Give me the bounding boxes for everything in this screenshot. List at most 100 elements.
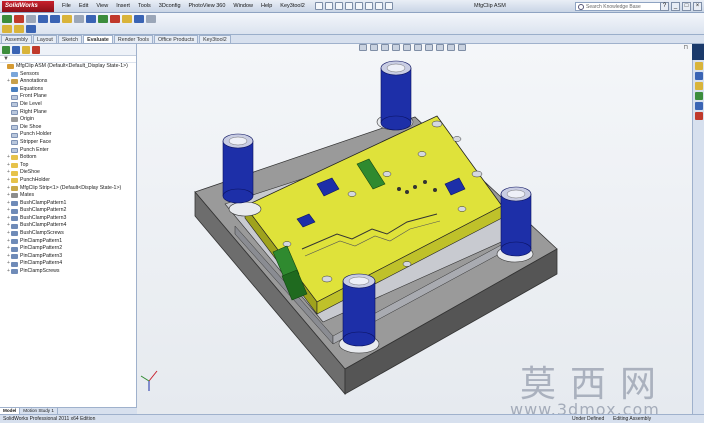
guide-bushing-back[interactable] (380, 60, 412, 131)
tree-item-label: PinClampScrews (20, 268, 60, 275)
tree-filter[interactable]: ▼ (0, 56, 136, 63)
tree-item-label: Sensors (20, 70, 40, 77)
menu-file[interactable]: File (58, 3, 75, 9)
tree-item[interactable]: + Mates (2, 192, 136, 200)
view-palette-icon[interactable] (695, 92, 703, 100)
search-input[interactable]: Search Knowledge Base (575, 2, 661, 11)
tree-item[interactable]: + Annotations (2, 78, 136, 86)
appearances-icon[interactable] (695, 102, 703, 110)
tree-item[interactable]: Sensors (2, 71, 136, 79)
tree-item-label: PinClampPattern2 (20, 245, 63, 252)
tree-item[interactable]: + Bottom (2, 154, 136, 162)
tree-item[interactable]: Punch Holder (2, 131, 136, 139)
tree-item[interactable]: + PinClampScrews (2, 268, 136, 276)
design-library-icon[interactable] (695, 72, 703, 80)
resources-icon[interactable] (695, 62, 703, 70)
tree-item[interactable]: Right Plane (2, 109, 136, 117)
undo-icon[interactable] (354, 2, 363, 10)
new-document-icon[interactable] (314, 2, 323, 10)
options-icon[interactable] (384, 2, 393, 10)
property-manager-icon[interactable] (12, 46, 20, 54)
menu-insert[interactable]: Insert (112, 3, 134, 9)
guide-bushing-front[interactable] (342, 273, 376, 347)
check-icon[interactable] (122, 15, 132, 23)
menu-photoview[interactable]: PhotoView 360 (185, 3, 230, 9)
select-icon[interactable] (364, 2, 373, 10)
tab-evaluate[interactable]: Evaluate (83, 35, 113, 43)
geometry-analysis-icon[interactable] (110, 15, 120, 23)
menu-key3tool2[interactable]: Key3tool2 (276, 3, 308, 9)
minimize-button[interactable]: _ (671, 2, 680, 11)
compare-icon[interactable] (134, 15, 144, 23)
tree-item[interactable]: + BushClampPattern2 (2, 207, 136, 215)
stop-icon[interactable] (14, 15, 24, 23)
sketch-icon[interactable] (2, 25, 12, 33)
tree-item[interactable]: + BushClampPattern1 (2, 200, 136, 208)
file-explorer-icon[interactable] (695, 82, 703, 90)
tree-item[interactable]: + PinClampPattern1 (2, 238, 136, 246)
menu-tools[interactable]: Tools (134, 3, 155, 9)
help-button[interactable]: ? (660, 2, 669, 11)
close-button[interactable]: × (693, 2, 702, 11)
tree-item[interactable]: + BushClampPattern4 (2, 222, 136, 230)
maximize-button[interactable]: □ (682, 2, 691, 11)
tree-item[interactable]: + BushClampScrews (2, 230, 136, 238)
tree-item[interactable]: + BushClampPattern3 (2, 215, 136, 223)
guide-bushing-left[interactable] (222, 133, 254, 204)
save-icon[interactable] (334, 2, 343, 10)
tree-item[interactable]: Punch Enter (2, 147, 136, 155)
interference-icon[interactable] (74, 15, 84, 23)
tree-item[interactable]: MfgClip ASM (Default<Default_Display Sta… (2, 63, 136, 71)
print-icon[interactable] (344, 2, 353, 10)
folder-icon (11, 155, 18, 161)
mass-properties-icon[interactable] (38, 15, 48, 23)
feature-manager-icon[interactable] (2, 46, 10, 54)
section-properties-icon[interactable] (50, 15, 60, 23)
pattern-icon (11, 246, 18, 252)
custom-properties-icon[interactable] (695, 112, 703, 120)
tree-item-label: PinClampPattern3 (20, 252, 63, 259)
filter-icon[interactable]: ▼ (3, 56, 9, 62)
menu-3dconfig[interactable]: 3Dconfig (155, 3, 185, 9)
menu-view[interactable]: View (92, 3, 112, 9)
tree-item[interactable]: Front Plane (2, 93, 136, 101)
tab-office-products[interactable]: Office Products (154, 35, 199, 43)
open-icon[interactable] (324, 2, 333, 10)
folder-icon (11, 163, 18, 169)
line-icon[interactable] (26, 25, 36, 33)
sensor-icon[interactable] (62, 15, 72, 23)
rebuild-icon[interactable] (374, 2, 383, 10)
run-icon[interactable] (2, 15, 12, 23)
measure-icon[interactable] (26, 15, 36, 23)
tree-item[interactable]: + PinClampPattern4 (2, 260, 136, 268)
command-manager (0, 13, 704, 35)
tree-item[interactable]: + MfgClip Strip<1> (Default<Display State… (2, 185, 136, 193)
tab-sketch[interactable]: Sketch (57, 35, 83, 43)
document-title: MfgClip ASM (474, 3, 506, 9)
tree-item[interactable]: + Top (2, 162, 136, 170)
tree-item[interactable]: Origin (2, 116, 136, 124)
smart-dimension-icon[interactable] (14, 25, 24, 33)
tree-item[interactable]: Stripper Face (2, 139, 136, 147)
tree-item[interactable]: + PunchHolder (2, 177, 136, 185)
tab-assembly[interactable]: Assembly (1, 35, 32, 43)
tree-item[interactable]: + PinClampPattern3 (2, 253, 136, 261)
guide-bushing-right[interactable] (500, 186, 532, 257)
tab-render-tools[interactable]: Render Tools (113, 35, 153, 43)
configuration-manager-icon[interactable] (22, 46, 30, 54)
menu-help[interactable]: Help (257, 3, 276, 9)
solidworks-logo[interactable]: SolidWorks (2, 0, 54, 12)
tree-item[interactable]: + DieShoe (2, 169, 136, 177)
menu-edit[interactable]: Edit (75, 3, 92, 9)
statistics-icon[interactable] (146, 15, 156, 23)
tab-layout[interactable]: Layout (32, 35, 57, 43)
menu-window[interactable]: Window (229, 3, 257, 9)
tab-key3tool2[interactable]: Key3tool2 (199, 35, 231, 43)
tree-item[interactable]: Die Level (2, 101, 136, 109)
tree-item[interactable]: Die Shoe (2, 124, 136, 132)
tree-item[interactable]: Equations (2, 86, 136, 94)
dim-xpert-icon[interactable] (32, 46, 40, 54)
hole-alignment-icon[interactable] (98, 15, 108, 23)
tree-item[interactable]: + PinClampPattern2 (2, 245, 136, 253)
clearance-icon[interactable] (86, 15, 96, 23)
